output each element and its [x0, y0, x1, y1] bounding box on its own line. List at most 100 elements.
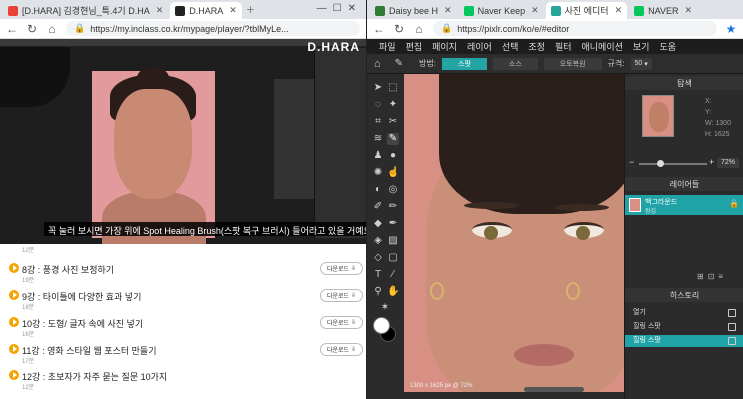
list-item[interactable]: 10강 : 도형/ 글자 속에 사진 넣기 16분 다운로드 ⇩ — [0, 312, 366, 339]
zoom-field[interactable]: 72% — [717, 158, 739, 168]
wand-tool-icon[interactable]: ✦ — [387, 99, 399, 111]
menu-adjust[interactable]: 조정 — [528, 40, 545, 53]
close-tab-icon[interactable]: ✕ — [229, 5, 237, 16]
healing-tool-icon[interactable]: ✎ — [387, 133, 399, 145]
url-field[interactable]: 🔒 https://pixlr.com/ko/e/#editor — [433, 21, 717, 36]
download-button[interactable]: 다운로드 ⇩ — [320, 262, 363, 275]
star-icon[interactable]: ★ — [725, 22, 737, 36]
left-tab-0[interactable]: [D.HARA] 김경현님_특.4기 D.HA ✕ — [3, 2, 168, 19]
magic-tool-icon[interactable]: ✶ — [379, 302, 391, 314]
gradient-tool-icon[interactable]: ▨ — [387, 235, 399, 247]
drop-tool-icon[interactable]: ● — [387, 150, 399, 162]
replace-color-tool-icon[interactable]: ✒ — [387, 218, 399, 230]
menu-select[interactable]: 선택 — [502, 40, 519, 53]
back-arrow-icon[interactable]: ← — [6, 22, 18, 36]
eyedropper-tool-icon[interactable]: ⁄ — [387, 269, 399, 281]
menu-page[interactable]: 페이지 — [432, 40, 457, 53]
text-tool-icon[interactable]: T — [372, 269, 384, 281]
history-item-selected[interactable]: 힐링 스팟 — [625, 335, 743, 347]
layer-actions[interactable]: ⊞⊡≡ — [697, 272, 727, 281]
right-tab-3[interactable]: NAVER ✕ — [629, 2, 697, 19]
smudge-tool-icon[interactable]: ☝ — [387, 167, 399, 179]
zoom-out-icon[interactable]: − — [629, 157, 634, 167]
layer-item[interactable]: 백그라운드 잠김 🔒 — [625, 195, 743, 215]
new-tab-icon[interactable]: ＋ — [246, 3, 255, 16]
play-icon[interactable] — [9, 290, 19, 300]
mode-auto-button[interactable]: 오토복원 — [543, 57, 602, 70]
window-controls[interactable]: —☐✕ — [317, 3, 362, 14]
mode-spot-button[interactable]: 스팟 — [442, 57, 487, 70]
play-icon[interactable] — [9, 317, 19, 327]
play-icon[interactable] — [9, 370, 19, 380]
refresh-icon[interactable]: ↻ — [393, 22, 405, 36]
play-icon[interactable] — [9, 344, 19, 354]
download-button[interactable]: 다운로드 ⇩ — [320, 316, 363, 329]
right-tab-0[interactable]: Daisy bee H ✕ — [370, 2, 457, 19]
close-tab-icon[interactable]: ✕ — [156, 5, 164, 16]
left-tab-bar: [D.HARA] 김경현님_특.4기 D.HA ✕ D.HARA ✕ ＋ —☐✕ — [0, 0, 366, 19]
liquify-tool-icon[interactable]: ≋ — [372, 133, 384, 145]
close-tab-icon[interactable]: ✕ — [531, 5, 539, 16]
lecture-video-player[interactable]: D.HARA 꼭 눌러 보시면 가장 위에 Spot Healing Brush… — [0, 39, 366, 244]
burn-tool-icon[interactable]: ◎ — [387, 184, 399, 196]
left-tab-1[interactable]: D.HARA ✕ — [170, 2, 242, 19]
menu-view[interactable]: 보기 — [633, 40, 650, 53]
history-item[interactable]: 열기 — [625, 307, 743, 319]
pencil-tool-icon[interactable]: ✏ — [387, 201, 399, 213]
shape-tool-icon[interactable]: ◇ — [372, 252, 384, 264]
sponge-tool-icon[interactable]: ✺ — [372, 167, 384, 179]
canvas-status: 1300 x 1625 px @ 72% — [410, 383, 473, 389]
lasso-tool-icon[interactable]: ◌ — [372, 99, 384, 111]
fill-tool-icon[interactable]: ◈ — [372, 235, 384, 247]
frame-tool-icon[interactable]: ▢ — [387, 252, 399, 264]
image-canvas[interactable]: 1300 x 1625 px @ 72% — [404, 74, 624, 392]
navigator-thumbnail[interactable] — [642, 95, 674, 137]
move-tool-icon[interactable]: ➤ — [372, 82, 384, 94]
brush-tool-icon[interactable]: ✐ — [372, 201, 384, 213]
menu-help[interactable]: 도움 — [659, 40, 676, 53]
refresh-icon[interactable]: ↻ — [26, 22, 38, 36]
list-item[interactable]: 11강 : 영화 스타일 웹 포스터 만들기 17분 다운로드 ⇩ — [0, 339, 366, 366]
eraser-tool-icon[interactable]: ◆ — [372, 218, 384, 230]
menu-file[interactable]: 파일 — [379, 40, 396, 53]
play-icon[interactable] — [9, 263, 19, 273]
zoomed-tool-menu — [0, 47, 70, 107]
list-item[interactable]: 12강 : 초보자가 자주 묻는 질문 10가지 12분 — [0, 365, 366, 392]
menu-edit[interactable]: 편집 — [406, 40, 423, 53]
size-select[interactable]: 50 ▾ — [630, 57, 652, 70]
download-button[interactable]: 다운로드 ⇩ — [320, 343, 363, 356]
close-tab-icon[interactable]: ✕ — [444, 5, 452, 16]
foreground-color-swatch[interactable] — [373, 317, 390, 334]
zoom-in-icon[interactable]: + — [709, 157, 714, 167]
hand-tool-icon[interactable]: ✋ — [387, 286, 399, 298]
lesson-title: 10강 : 도형/ 글자 속에 사진 넣기 — [22, 319, 144, 329]
dodge-tool-icon[interactable]: ◐ — [372, 184, 384, 196]
home-icon[interactable]: ⌂ — [374, 58, 381, 70]
crop-tool-icon[interactable]: ⌗ — [372, 116, 384, 128]
download-button[interactable]: 다운로드 ⇩ — [320, 289, 363, 302]
menu-filter[interactable]: 필터 — [555, 40, 572, 53]
back-arrow-icon[interactable]: ← — [373, 22, 385, 36]
close-tab-icon[interactable]: ✕ — [615, 5, 623, 16]
history-item[interactable]: 힐링 스팟 — [625, 321, 743, 333]
marquee-tool-icon[interactable]: ⬚ — [387, 82, 399, 94]
url-field[interactable]: 🔒 https://my.inclass.co.kr/mypage/player… — [66, 21, 360, 36]
scissors-tool-icon[interactable]: ✂ — [387, 116, 399, 128]
list-item[interactable]: 9강 : 타이틀에 다양한 효과 넣기 18분 다운로드 ⇩ — [0, 285, 366, 312]
right-tab-1[interactable]: Naver Keep ✕ — [459, 2, 544, 19]
right-tab-2[interactable]: 사진 에디터 ✕ — [545, 2, 628, 19]
photoshop-layers-panel — [274, 79, 314, 199]
horizontal-scrollbar[interactable] — [524, 387, 584, 392]
lock-icon[interactable]: 🔒 — [729, 199, 739, 208]
zoom-slider-track[interactable] — [639, 163, 707, 165]
stamp-tool-icon[interactable]: ♟ — [372, 150, 384, 162]
list-item[interactable]: 8강 : 풍경 사진 보정하기 19분 다운로드 ⇩ — [0, 259, 366, 286]
menu-layer[interactable]: 레이어 — [467, 40, 492, 53]
mode-source-button[interactable]: 소스 — [492, 57, 538, 70]
menu-animation[interactable]: 애니메이션 — [582, 40, 623, 53]
home-icon[interactable]: ⌂ — [413, 22, 425, 36]
close-tab-icon[interactable]: ✕ — [684, 5, 692, 16]
zoom-slider-handle[interactable] — [657, 160, 664, 167]
zoom-tool-icon[interactable]: ⚲ — [372, 286, 384, 298]
home-icon[interactable]: ⌂ — [46, 22, 58, 36]
